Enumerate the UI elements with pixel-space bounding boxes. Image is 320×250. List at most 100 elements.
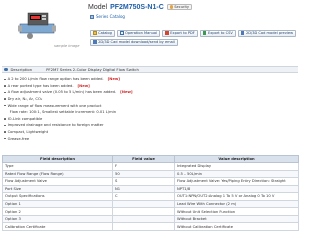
series-catalog-link[interactable]: Series Catalog <box>90 14 125 19</box>
model-header: Model PF2M750S-N1-C Security <box>88 2 193 12</box>
bullet-icon <box>4 85 6 87</box>
value-description: Without Unit Selection Function <box>174 207 299 216</box>
book-icon <box>90 14 94 19</box>
field-description: Port Size <box>2 184 113 194</box>
field-description: Flow Adjustment Valve <box>2 177 113 186</box>
table-row: Rated Flow Range (Flow Range) 50 0.5 – 5… <box>2 169 299 179</box>
new-badge: [New] <box>107 77 120 82</box>
column-header: Value description <box>174 155 299 163</box>
cad-icon <box>240 31 245 36</box>
catalog-icon <box>93 31 97 36</box>
export-pdf-button[interactable]: Export to PDF <box>162 30 198 37</box>
field-value: S <box>112 177 175 186</box>
feature-text: A rear ported type has been added. <box>7 83 74 88</box>
series-catalog-label: Series Catalog <box>96 14 125 19</box>
bullet-icon <box>4 131 6 133</box>
field-description: Output Specifications <box>2 192 113 201</box>
feature-text: Dry air, N₂, Ar, CO₂ <box>7 97 43 102</box>
lock-icon <box>169 5 174 9</box>
sample-image-caption: sample image <box>54 44 80 48</box>
value-description: 0.5 – 50L/min <box>174 169 299 179</box>
catalog-button[interactable]: Catalog <box>90 30 115 37</box>
cad-download-label: 2D/3D Cad model download/send by email <box>98 40 175 45</box>
model-prefix: Model <box>88 3 108 11</box>
cad-preview-label: 2D/3D Cad model preview <box>245 31 294 36</box>
security-button[interactable]: Security <box>166 4 193 10</box>
table-row: Option 3 Without Bracket <box>2 214 299 224</box>
feature-text: Grease-free <box>7 136 30 141</box>
field-description: Calibration Certificate <box>2 222 113 231</box>
table-row: Option 2 Without Unit Selection Function <box>2 207 299 216</box>
bullet-icon <box>4 91 6 94</box>
bullet-icon <box>4 104 6 107</box>
feature-text: A flow adjustment valve (0.05 to 5 L/min… <box>7 90 117 95</box>
value-description: Without Calibration Certificate <box>174 222 299 231</box>
bullet-icon <box>4 118 6 120</box>
field-description: Option 2 <box>2 207 113 216</box>
new-badge: [New] <box>120 90 133 95</box>
cad-icon <box>93 40 97 45</box>
product-thumbnail[interactable]: sample image <box>2 2 84 52</box>
feature-text: Improved drainage and resistance to fore… <box>7 123 104 128</box>
value-description: NPT1/8 <box>174 184 299 194</box>
value-description: Integrated Display <box>174 162 299 171</box>
feature-text: Wide range of flow measurement with one … <box>7 103 102 108</box>
bullet-icon <box>4 78 6 81</box>
bullet-icon <box>4 124 6 127</box>
list-item: A 2 to 200 L/min flow range option has b… <box>4 76 296 83</box>
feature-text: Compact, Lightweight <box>7 130 49 135</box>
list-item: Compact, Lightweight <box>4 129 296 136</box>
field-value <box>112 222 175 231</box>
feature-text: Flow rate: 100:1, Smallest settable incr… <box>9 110 117 115</box>
pdf-icon <box>165 31 169 36</box>
value-description: Lead Wire With Connector (2 m) <box>174 199 299 209</box>
security-label: Security <box>174 5 190 9</box>
table-row: Option 1 Lead Wire With Connector (2 m) <box>2 199 299 209</box>
field-value: N1 <box>112 184 175 194</box>
value-description: Flow Adjustment Valve: Yes/Piping Entry … <box>174 177 299 186</box>
export-csv-button[interactable]: Export to CSV <box>199 30 236 37</box>
feature-text: A 2 to 200 L/min flow range option has b… <box>7 77 104 82</box>
bullet-icon <box>4 98 6 100</box>
cad-download-button[interactable]: 2D/3D Cad model download/send by email <box>90 39 178 46</box>
list-item: IO-Link compatible <box>4 116 296 123</box>
field-value: C <box>112 192 175 201</box>
field-description: Rated Flow Range (Flow Range) <box>2 169 113 179</box>
product-image <box>18 12 56 39</box>
list-item: Dry air, N₂, Ar, CO₂ <box>4 96 296 103</box>
cad-preview-button[interactable]: 2D/3D Cad model preview <box>237 30 297 37</box>
bullet-icon <box>4 137 6 140</box>
list-item: A rear ported type has been added. [New] <box>4 83 296 90</box>
action-button-row-1: Catalog Operation Manual Export to PDF E… <box>90 30 297 37</box>
action-button-row-2: 2D/3D Cad model download/send by email <box>90 39 178 46</box>
value-description: OUT1:NPN/OUT2:Analog 1 To 5 V or Analog … <box>174 192 299 201</box>
manual-icon <box>119 31 124 36</box>
field-value <box>112 199 175 209</box>
description-value: PF2M7 Series 2-Color Display Digital Flo… <box>46 67 139 72</box>
feature-list: A 2 to 200 L/min flow range option has b… <box>4 76 296 142</box>
feature-text: IO-Link compatible <box>7 116 43 121</box>
value-description: Without Bracket <box>174 214 299 224</box>
list-item: Improved drainage and resistance to fore… <box>4 122 296 129</box>
csv-icon <box>202 31 207 36</box>
field-value: 50 <box>112 169 175 179</box>
column-header: Field description <box>2 155 113 163</box>
description-bar: Description PF2M7 Series 2-Color Display… <box>2 66 298 73</box>
field-value: F <box>112 162 175 171</box>
export-csv-label: Export to CSV <box>207 31 233 36</box>
table-row: Port Size N1 NPT1/8 <box>2 184 299 194</box>
spec-table: Field description Field value Value desc… <box>2 155 299 231</box>
table-row: Output Specifications C OUT1:NPN/OUT2:An… <box>2 192 299 201</box>
list-item: Wide range of flow measurement with one … <box>4 102 296 109</box>
field-value <box>112 207 175 216</box>
table-row: Flow Adjustment Valve S Flow Adjustment … <box>2 177 299 186</box>
table-header-row: Field description Field value Value desc… <box>2 155 299 163</box>
operation-manual-button[interactable]: Operation Manual <box>116 30 161 37</box>
field-value <box>112 214 175 224</box>
model-code: PF2M750S-N1-C <box>110 3 164 11</box>
catalog-button-label: Catalog <box>98 31 112 36</box>
field-description: Option 3 <box>2 214 113 224</box>
table-row: Type F Integrated Display <box>2 162 299 171</box>
export-pdf-label: Export to PDF <box>170 31 195 36</box>
description-label: Description <box>10 67 33 72</box>
